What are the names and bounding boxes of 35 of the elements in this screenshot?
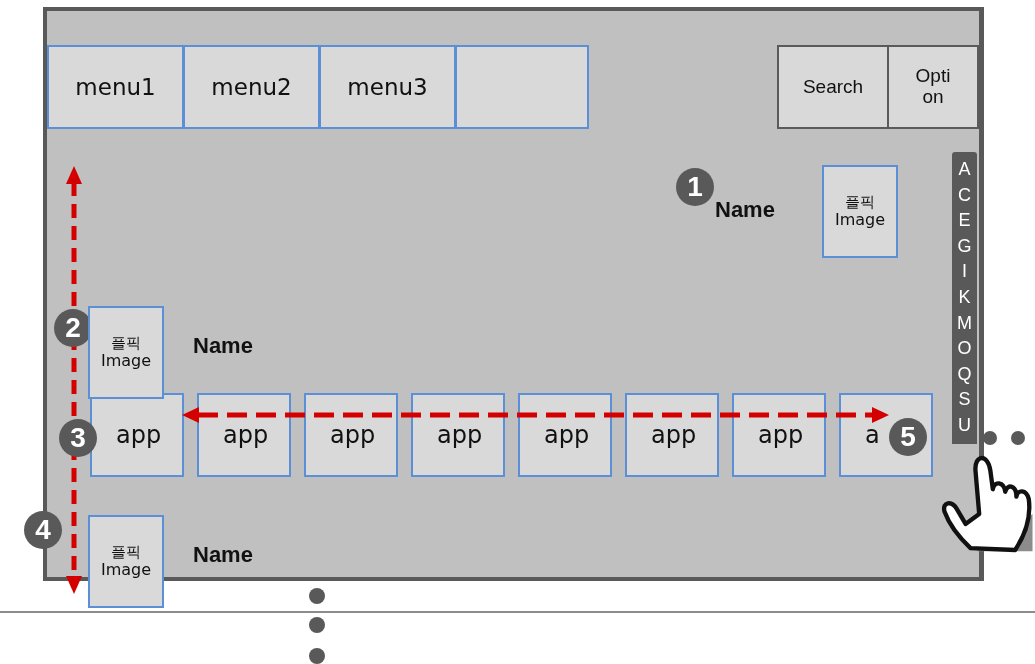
index-letter[interactable]: A xyxy=(958,157,971,183)
name-label: Name xyxy=(715,197,775,223)
index-letter[interactable]: O xyxy=(957,336,972,362)
app-tile[interactable]: app xyxy=(518,393,612,477)
image-label: 플픽 xyxy=(845,193,875,211)
image-label: 플픽 xyxy=(111,334,141,352)
ellipsis-dots xyxy=(983,431,1025,445)
index-letter[interactable]: U xyxy=(958,412,971,439)
step-number-badge: 4 xyxy=(24,511,62,549)
image-caption: Image xyxy=(100,560,152,580)
index-letter[interactable]: Q xyxy=(957,361,972,388)
image-caption: Image xyxy=(834,210,886,230)
app-tile[interactable]: app xyxy=(625,393,719,477)
search-button[interactable]: Search xyxy=(777,45,889,129)
index-letter[interactable]: E xyxy=(958,208,971,234)
menu-tab[interactable]: menu3 xyxy=(319,45,456,129)
index-letter[interactable]: S xyxy=(958,387,971,413)
app-tile[interactable]: app xyxy=(197,393,291,477)
name-label: Name xyxy=(193,333,253,359)
image-caption: Image xyxy=(100,351,152,371)
index-letter[interactable]: K xyxy=(958,284,971,311)
index-letter[interactable]: M xyxy=(957,310,972,337)
menu-tab[interactable]: menu2 xyxy=(183,45,320,129)
app-tile[interactable]: app xyxy=(411,393,505,477)
alphabet-index-bar[interactable]: A C E G I K M O Q S U xyxy=(952,152,977,444)
index-letter[interactable]: C xyxy=(958,182,971,209)
app-tile[interactable]: app xyxy=(732,393,826,477)
image-label: 플픽 xyxy=(111,543,141,561)
option-button[interactable]: Option xyxy=(887,45,979,129)
app-tile[interactable]: app xyxy=(90,393,184,477)
menu-tab[interactable]: menu1 xyxy=(47,45,184,129)
app-tile[interactable]: app xyxy=(304,393,398,477)
index-letter[interactable]: I xyxy=(962,259,967,285)
name-label: Name xyxy=(193,542,253,568)
index-letter[interactable]: G xyxy=(957,233,972,260)
